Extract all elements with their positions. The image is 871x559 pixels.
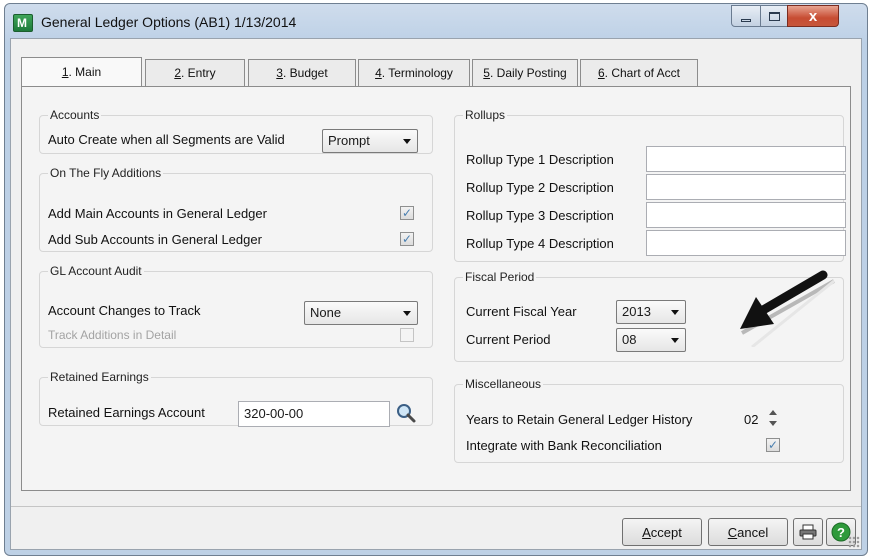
integrate-bank-checkbox[interactable]: ✓ (766, 438, 780, 452)
current-period-value: 08 (622, 332, 637, 347)
rollup-type-1-label: Rollup Type 1 Description (466, 152, 614, 167)
integrate-bank-label: Integrate with Bank Reconciliation (466, 438, 662, 453)
tab-daily-posting-label: . Daily Posting (489, 66, 567, 80)
tab-budget[interactable]: 3. Budget (248, 59, 356, 86)
add-main-accounts-checkbox[interactable]: ✓ (400, 206, 414, 220)
magnifier-icon[interactable] (395, 402, 417, 424)
tab-main-label: . Main (68, 65, 102, 79)
cancel-label: ancel (737, 524, 769, 540)
tab-chart-label: . Chart of Acct (604, 66, 681, 80)
auto-create-label: Auto Create when all Segments are Valid (48, 132, 285, 147)
current-period-select[interactable]: 08 (616, 328, 686, 352)
chevron-down-icon (671, 310, 679, 315)
close-icon: x (808, 7, 818, 25)
maximize-button[interactable] (760, 5, 788, 27)
tab-daily-posting[interactable]: 5. Daily Posting (472, 59, 578, 86)
chevron-down-icon (671, 338, 679, 343)
close-button[interactable]: x (787, 5, 839, 27)
tab-chart-of-accounts[interactable]: 6. Chart of Acct (580, 59, 698, 86)
current-period-label: Current Period (466, 332, 551, 347)
app-icon (13, 14, 33, 32)
footer-separator (11, 506, 861, 507)
chevron-down-icon (403, 139, 411, 144)
current-fiscal-year-label: Current Fiscal Year (466, 304, 577, 319)
window-title: General Ledger Options (AB1) 1/13/2014 (41, 14, 297, 30)
maximize-icon (768, 11, 780, 21)
general-ledger-options-window: General Ledger Options (AB1) 1/13/2014 x… (4, 3, 868, 556)
rollups-legend: Rollups (465, 108, 506, 122)
client-area: 1. Main 2. Entry 3. Budget 4. Terminolog… (10, 38, 862, 550)
track-additions-label: Track Additions in Detail (48, 328, 177, 342)
years-retain-history-label: Years to Retain General Ledger History (466, 412, 693, 427)
rollup-type-3-label: Rollup Type 3 Description (466, 208, 614, 223)
accept-key: A (642, 524, 651, 540)
fiscal-year-value: 2013 (622, 304, 651, 319)
accept-label: ccept (650, 524, 682, 540)
up-arrow-icon[interactable] (769, 410, 777, 415)
fiscal-legend: Fiscal Period (465, 270, 535, 284)
tab-budget-key: 3 (276, 66, 283, 80)
tab-entry-key: 2 (174, 66, 181, 80)
years-retain-stepper[interactable] (768, 407, 778, 431)
accept-button[interactable]: Accept (622, 518, 702, 546)
tab-entry-label: . Entry (181, 66, 216, 80)
account-changes-value: None (310, 305, 342, 320)
title-bar[interactable]: General Ledger Options (AB1) 1/13/2014 x (5, 4, 867, 38)
account-changes-select[interactable]: None (304, 301, 418, 325)
minimize-button[interactable] (731, 5, 761, 27)
printer-icon (799, 524, 817, 540)
resize-grip[interactable] (848, 536, 860, 548)
rollup-type-4-input[interactable] (646, 230, 846, 256)
tab-chart-key: 6 (597, 66, 605, 80)
print-button[interactable] (793, 518, 823, 546)
add-sub-accounts-checkbox[interactable]: ✓ (400, 232, 414, 246)
rollup-type-4-label: Rollup Type 4 Description (466, 236, 614, 251)
add-sub-accounts-label: Add Sub Accounts in General Ledger (48, 232, 262, 247)
auto-create-select[interactable]: Prompt (322, 129, 418, 153)
auto-create-value: Prompt (328, 133, 370, 148)
cancel-button[interactable]: Cancel (708, 518, 788, 546)
tab-main[interactable]: 1. Main (21, 57, 142, 86)
track-additions-checkbox[interactable] (400, 328, 414, 342)
tab-entry[interactable]: 2. Entry (145, 59, 245, 86)
on-the-fly-legend: On The Fly Additions (50, 166, 162, 180)
misc-legend: Miscellaneous (465, 377, 542, 391)
minimize-icon (741, 18, 751, 22)
black-arrow-annotation (740, 270, 835, 347)
tab-main-key: 1 (61, 65, 69, 79)
retained-earnings-account-label: Retained Earnings Account (48, 405, 205, 420)
add-main-accounts-label: Add Main Accounts in General Ledger (48, 206, 267, 221)
tab-budget-label: . Budget (282, 66, 328, 80)
retained-earnings-account-input[interactable]: 320-00-00 (238, 401, 390, 427)
tab-terminology-key: 4 (375, 66, 382, 80)
down-arrow-icon[interactable] (769, 421, 777, 426)
svg-text:?: ? (837, 525, 845, 540)
rollup-type-3-input[interactable] (646, 202, 846, 228)
cancel-key: C (727, 524, 738, 540)
rollup-type-2-input[interactable] (646, 174, 846, 200)
tab-terminology[interactable]: 4. Terminology (358, 59, 470, 86)
account-changes-label: Account Changes to Track (48, 303, 201, 318)
years-retain-history-input[interactable]: 02 (744, 412, 758, 427)
tab-daily-posting-key: 5 (483, 66, 490, 80)
audit-legend: GL Account Audit (50, 264, 142, 278)
tab-terminology-label: . Terminology (381, 66, 453, 80)
retained-legend: Retained Earnings (50, 370, 149, 384)
rollup-type-2-label: Rollup Type 2 Description (466, 180, 614, 195)
main-tab-panel: Accounts Auto Create when all Segments a… (21, 86, 851, 491)
chevron-down-icon (403, 311, 411, 316)
current-fiscal-year-select[interactable]: 2013 (616, 300, 686, 324)
rollup-type-1-input[interactable] (646, 146, 846, 172)
accounts-legend: Accounts (50, 108, 100, 122)
